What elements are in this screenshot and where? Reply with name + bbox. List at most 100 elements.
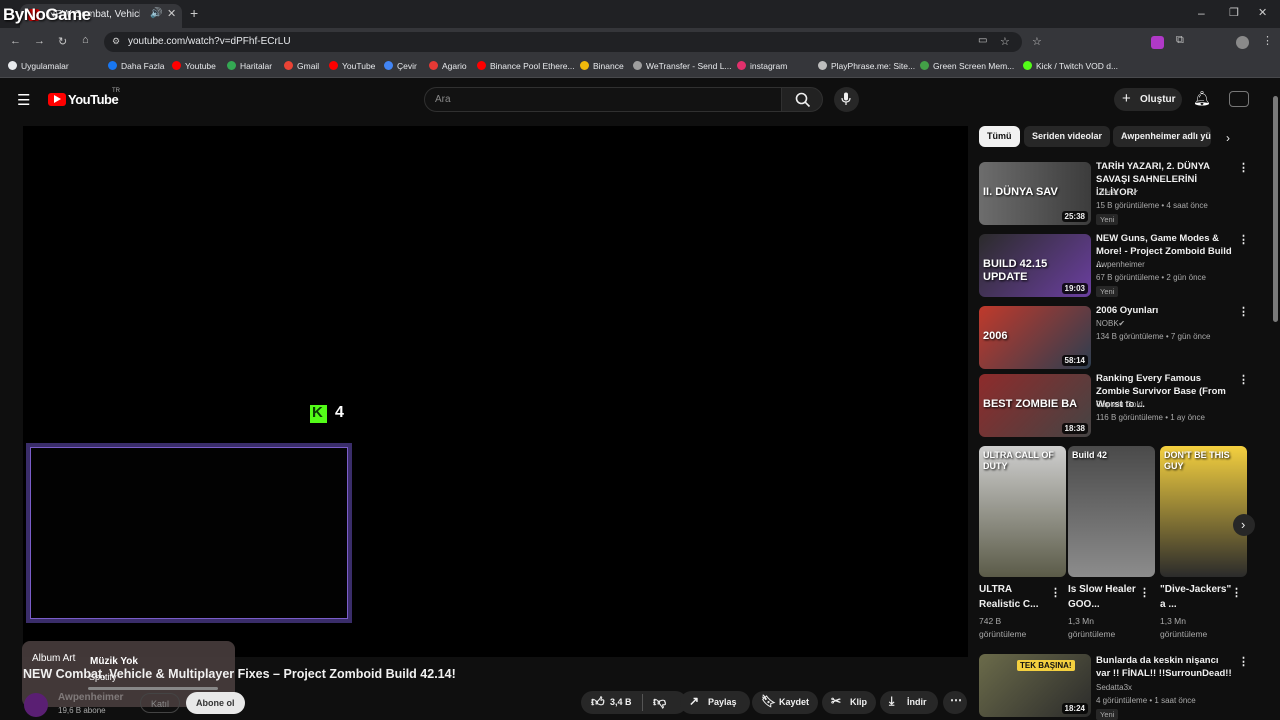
home-icon[interactable]: ⌂	[82, 34, 89, 46]
more-options-icon[interactable]: ⋮	[1139, 586, 1150, 599]
create-button[interactable]: + Oluştur	[1114, 88, 1182, 111]
bookmark-label: Gmail	[297, 61, 320, 71]
bookmark-label: Binance	[593, 61, 624, 71]
short-title[interactable]: Is Slow Healer GOO...	[1068, 582, 1142, 612]
share-button[interactable]: ↗ Paylaş	[680, 691, 750, 714]
bookmark-item[interactable]: PlayPhrase.me: Site...	[818, 61, 915, 71]
more-options-icon[interactable]: ⋮	[1238, 655, 1249, 668]
tab-audio-icon[interactable]: 🔊	[150, 8, 162, 19]
profile-avatar[interactable]	[1236, 36, 1249, 49]
save-button[interactable]: 🔖︎ Kaydet	[752, 691, 818, 714]
bookmark-star-icon[interactable]: ☆	[1032, 35, 1042, 48]
tab-close-icon[interactable]: ✕	[167, 7, 176, 20]
shorts-next-icon[interactable]: ›	[1233, 514, 1255, 536]
menu-icon[interactable]: ☰	[17, 91, 30, 109]
bookmark-item[interactable]: Kick / Twitch VOD d...	[1023, 61, 1118, 71]
channel-name[interactable]: Literat	[1096, 188, 1118, 197]
bookmark-item[interactable]: instagram	[737, 61, 787, 71]
scrollbar-thumb[interactable]	[1273, 96, 1278, 322]
bookmark-item[interactable]: Gmail	[284, 61, 319, 71]
more-options-icon[interactable]: ⋮	[1238, 233, 1249, 246]
short-thumbnail[interactable]: Build 42	[1068, 446, 1155, 577]
search-icon	[795, 92, 811, 108]
cast-icon[interactable]: ▭	[978, 35, 987, 46]
extension-icon[interactable]	[1151, 36, 1164, 49]
short-title[interactable]: "Dive-Jackers" a ...	[1160, 582, 1234, 612]
chip-series[interactable]: Seriden videolar	[1024, 126, 1111, 147]
bookmark-item[interactable]: Green Screen Mem...	[920, 61, 1014, 71]
star-icon[interactable]: ☆	[1000, 35, 1010, 48]
short-views-label: görüntüleme	[979, 629, 1027, 639]
dislike-icon[interactable]: 👎︎	[653, 694, 666, 710]
chip-all[interactable]: Tümü	[979, 126, 1020, 147]
short-views-label: görüntüleme	[1068, 629, 1116, 639]
browser-tabstrip: NEW Combat, Vehicle & M 🔊 ✕ + – ❐ ✕	[0, 0, 1280, 28]
like-icon[interactable]: 👍︎	[591, 694, 605, 710]
bookmark-item[interactable]: Uygulamalar	[8, 61, 69, 71]
search-input[interactable]: Ara	[424, 87, 782, 112]
reload-icon[interactable]: ↻	[58, 35, 67, 48]
channel-name[interactable]: NOBK	[1096, 319, 1119, 328]
bookmark-favicon-icon	[737, 61, 746, 70]
join-button[interactable]: Katıl	[140, 693, 181, 713]
new-tab-icon[interactable]: +	[190, 5, 198, 21]
bookmark-item[interactable]: Daha Fazla	[108, 61, 164, 71]
new-badge: Yeni	[1096, 709, 1119, 720]
video-thumbnail[interactable]: II. DÜNYA SAV 25:38	[979, 162, 1091, 225]
clip-button[interactable]: ✂ Klip	[822, 691, 876, 714]
channel-name[interactable]: Sedatta3x	[1096, 683, 1132, 692]
verified-icon: ✔	[1118, 319, 1126, 328]
video-title[interactable]: 2006 Oyunları	[1096, 304, 1232, 317]
video-thumbnail[interactable]: BEST ZOMBIE BA 18:38	[979, 374, 1091, 437]
chips-next-icon[interactable]: ›	[1226, 131, 1230, 145]
like-count[interactable]: 3,4 B	[610, 697, 632, 707]
video-title[interactable]: Bunlarda da keskin nişancı var !! FİNAL!…	[1096, 654, 1232, 680]
restore-icon[interactable]: ❐	[1229, 6, 1239, 19]
video-thumbnail[interactable]: TEK BAŞINA! 18:24	[979, 654, 1091, 717]
more-options-icon[interactable]: ⋮	[1238, 161, 1249, 174]
window-close-icon[interactable]: ✕	[1258, 6, 1267, 19]
bookmark-favicon-icon	[818, 61, 827, 70]
video-thumbnail[interactable]: 2006 58:14	[979, 306, 1091, 369]
browser-menu-icon[interactable]: ⋮	[1262, 34, 1273, 47]
bookmark-item[interactable]: Haritalar	[227, 61, 272, 71]
short-title[interactable]: ULTRA Realistic C...	[979, 582, 1053, 612]
site-info-icon[interactable]: ⚙	[112, 36, 120, 47]
more-options-icon[interactable]: ⋮	[1050, 586, 1061, 599]
download-button[interactable]: ⤓ İndir	[880, 691, 938, 714]
subscribe-button[interactable]: Abone ol	[186, 692, 245, 714]
more-options-icon[interactable]: ⋮	[1238, 373, 1249, 386]
video-title: NEW Combat, Vehicle & Multiplayer Fixes …	[23, 667, 456, 681]
channel-name[interactable]: Awpenheimer	[1096, 260, 1145, 269]
bookmark-item[interactable]: Binance	[580, 61, 624, 71]
video-thumbnail[interactable]: BUILD 42.15 UPDATE 19:03	[979, 234, 1091, 297]
more-actions-icon[interactable]: ⋯	[943, 691, 967, 714]
bookmark-item[interactable]: Youtube	[172, 61, 216, 71]
bookmark-item[interactable]: Çevir	[384, 61, 417, 71]
short-thumbnail[interactable]: DON'T BE THIS GUY	[1160, 446, 1247, 577]
bookmark-item[interactable]: YouTube	[329, 61, 375, 71]
voice-search-button[interactable]	[834, 87, 859, 112]
extensions-icon[interactable]: ⧉	[1176, 34, 1184, 47]
account-avatar[interactable]	[1229, 91, 1249, 107]
channel-name[interactable]: Awpenheimer	[58, 692, 123, 703]
minimize-icon[interactable]: –	[1198, 6, 1205, 20]
more-options-icon[interactable]: ⋮	[1238, 305, 1249, 318]
search-button[interactable]	[781, 87, 823, 112]
short-thumbnail[interactable]: ULTRA CALL OF DUTY	[979, 446, 1066, 577]
bookmark-item[interactable]: Binance Pool Ethere...	[477, 61, 575, 71]
chip-channel[interactable]: Awpenheimer adlı yü	[1113, 126, 1211, 147]
bookmark-item[interactable]: WeTransfer - Send L...	[633, 61, 732, 71]
back-icon[interactable]: ←	[10, 35, 21, 47]
channel-name[interactable]: Captain Gold	[1096, 400, 1143, 409]
address-bar[interactable]: ⚙ youtube.com/watch?v=dPFhf-ECrLU ▭ ☆	[104, 32, 1022, 52]
forward-icon[interactable]: →	[34, 35, 45, 47]
subscriber-count: 19,6 B abone	[58, 706, 106, 715]
channel-avatar[interactable]	[24, 693, 48, 717]
bookmarks-bar: Uygulamalar Daha Fazla Youtube Haritalar Gma…	[0, 56, 1280, 78]
thumbnail-text: 2006	[983, 330, 1008, 342]
notifications-bell-icon[interactable]: 🔔︎	[1193, 90, 1211, 107]
more-options-icon[interactable]: ⋮	[1231, 586, 1242, 599]
bookmark-item[interactable]: Agario	[429, 61, 467, 71]
bookmark-favicon-icon	[580, 61, 589, 70]
